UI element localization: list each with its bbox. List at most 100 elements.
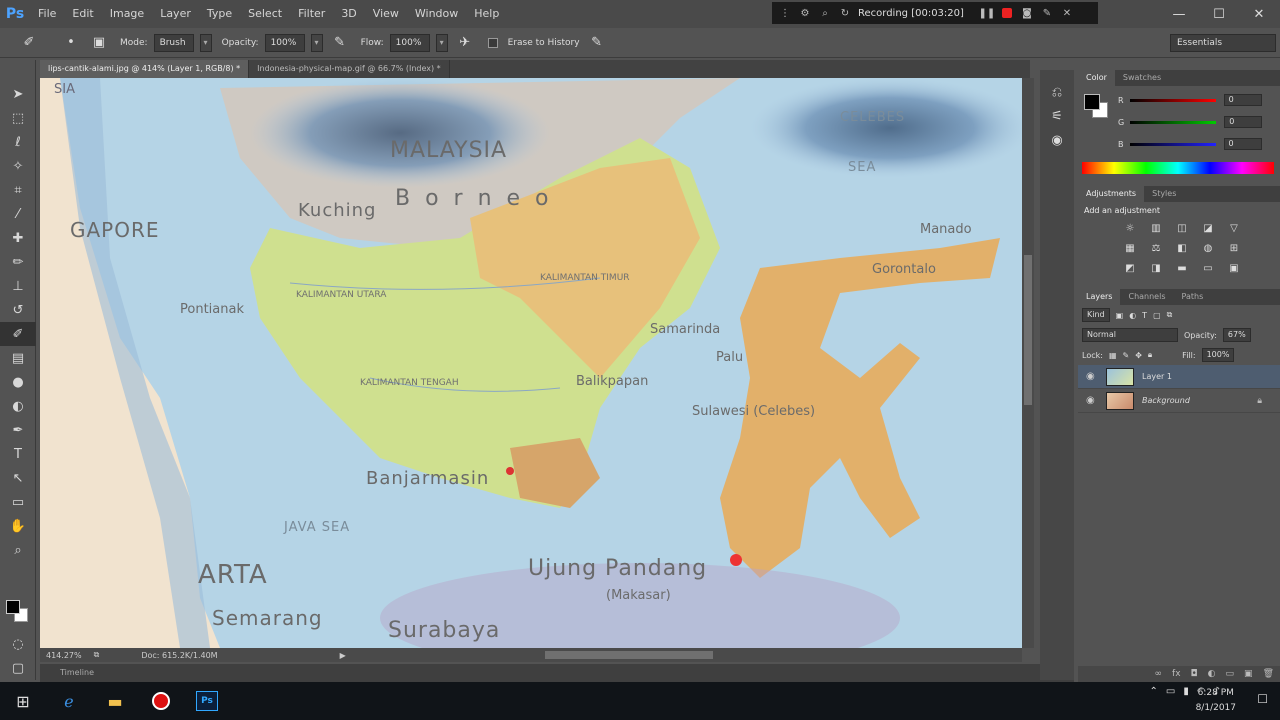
link-layers-icon[interactable]: ∞ (1155, 669, 1163, 679)
horizontal-scroll-thumb[interactable] (545, 651, 713, 659)
close-button[interactable]: ✕ (1240, 0, 1278, 28)
lock-position-icon[interactable]: ✥ (1135, 351, 1142, 360)
red-input[interactable]: 0 (1223, 94, 1262, 106)
vibrance-icon[interactable]: ▽ (1226, 221, 1242, 235)
menu-3d[interactable]: 3D (333, 0, 364, 28)
lock-transparent-icon[interactable]: ▦ (1109, 351, 1117, 360)
refresh-icon[interactable]: ↻ (838, 6, 852, 20)
tab-channels[interactable]: Channels (1120, 289, 1173, 305)
pressure-opacity-icon[interactable]: ✎ (329, 32, 351, 54)
layer-row-background[interactable]: ◉ Background 🔒︎ (1078, 389, 1280, 413)
brush-presets-icon[interactable]: ◉ (1040, 128, 1074, 152)
menu-view[interactable]: View (365, 0, 407, 28)
windows-start-icon[interactable]: ⊞ (0, 682, 46, 720)
posterize-icon[interactable]: ◨ (1148, 261, 1164, 275)
zoom-level[interactable]: 414.27% (40, 651, 88, 660)
color-fg-swatch[interactable] (1084, 94, 1100, 110)
color-spectrum[interactable] (1082, 162, 1274, 174)
exposure-icon[interactable]: ◪ (1200, 221, 1216, 235)
new-layer-icon[interactable]: ▣ (1244, 669, 1253, 679)
recorder-app-icon[interactable] (138, 682, 184, 720)
layer-name[interactable]: Layer 1 (1142, 372, 1172, 381)
blend-mode-select[interactable]: Normal (1082, 328, 1178, 342)
brightness-icon[interactable]: ☼ (1122, 221, 1138, 235)
layer-row-layer-1[interactable]: ◉ Layer 1 (1078, 365, 1280, 389)
black-white-icon[interactable]: ◧ (1174, 241, 1190, 255)
eye-icon[interactable]: ◉ (1086, 395, 1098, 406)
lock-pixels-icon[interactable]: ✎ (1123, 351, 1130, 360)
chevron-down-icon[interactable]: ▾ (199, 33, 212, 52)
brush-tool-icon[interactable]: ✏ (0, 250, 36, 274)
threshold-icon[interactable]: ▬ (1174, 261, 1190, 275)
menu-filter[interactable]: Filter (290, 0, 333, 28)
zoom-icon[interactable]: ⌕ (818, 6, 832, 20)
history-panel-icon[interactable]: ⎌ (1040, 80, 1074, 104)
gradient-tool-icon[interactable]: ▤ (0, 346, 36, 370)
quick-select-tool-icon[interactable]: ✧ (0, 154, 36, 178)
filter-smart-icon[interactable]: ⧉ (1167, 310, 1173, 320)
quick-mask-icon[interactable]: ◌ (0, 632, 36, 656)
mode-select[interactable]: Brush (153, 33, 194, 52)
menu-edit[interactable]: Edit (64, 0, 101, 28)
timeline-panel[interactable]: Timeline (40, 664, 1074, 682)
chevron-down-icon[interactable]: ▾ (435, 33, 448, 52)
red-slider[interactable] (1129, 98, 1216, 102)
selective-color-icon[interactable]: ▣ (1226, 261, 1242, 275)
color-balance-icon[interactable]: ⚖ (1148, 241, 1164, 255)
fill-input[interactable]: 100% (1201, 348, 1235, 362)
tab-map-document[interactable]: Indonesia-physical-map.gif @ 66.7% (Inde… (249, 60, 450, 78)
minimize-button[interactable]: — (1160, 0, 1198, 28)
path-select-tool-icon[interactable]: ↖ (0, 466, 36, 490)
menu-image[interactable]: Image (102, 0, 152, 28)
marquee-tool-icon[interactable]: ⬚ (0, 106, 36, 130)
opacity-input[interactable]: 100% (264, 33, 305, 52)
menu-window[interactable]: Window (407, 0, 466, 28)
vertical-scroll-thumb[interactable] (1024, 255, 1032, 405)
filter-pixel-icon[interactable]: ▣ (1116, 311, 1124, 320)
stamp-tool-icon[interactable]: ⊥ (0, 274, 36, 298)
stop-record-icon[interactable] (1000, 6, 1014, 20)
battery-icon[interactable]: ▮ (1183, 686, 1189, 697)
invert-icon[interactable]: ◩ (1122, 261, 1138, 275)
edge-browser-icon[interactable]: ℯ (46, 682, 92, 720)
pen-icon[interactable]: ✎ (1040, 6, 1054, 20)
airbrush-icon[interactable]: ✈ (454, 32, 476, 54)
shape-tool-icon[interactable]: ▭ (0, 490, 36, 514)
filter-adjust-icon[interactable]: ◐ (1129, 311, 1136, 320)
file-explorer-icon[interactable]: ▬ (92, 682, 138, 720)
menu-layer[interactable]: Layer (152, 0, 199, 28)
pause-icon[interactable]: ❚❚ (979, 6, 996, 20)
tab-lips-document[interactable]: lips-cantik-alami.jpg @ 414% (Layer 1, R… (40, 60, 250, 78)
eyedropper-tool-icon[interactable]: ⁄ (0, 202, 36, 226)
network-icon[interactable]: ▭ (1166, 686, 1175, 697)
eraser-tool-icon[interactable]: ✐ (0, 322, 36, 346)
tab-layers[interactable]: Layers (1078, 289, 1121, 305)
crop-tool-icon[interactable]: ⌗ (0, 178, 36, 202)
lasso-tool-icon[interactable]: ℓ (0, 130, 36, 154)
play-arrow-icon[interactable]: ▶ (334, 651, 352, 660)
layer-name[interactable]: Background (1142, 396, 1190, 405)
system-clock[interactable]: 6:28 PM 8/1/2017 (1196, 686, 1236, 716)
settings-icon[interactable]: ⚙ (798, 6, 812, 20)
menu-select[interactable]: Select (240, 0, 290, 28)
close-recorder-icon[interactable]: ✕ (1060, 6, 1074, 20)
photoshop-app-icon[interactable]: Ps (184, 682, 230, 720)
menu-type[interactable]: Type (199, 0, 240, 28)
export-icon[interactable]: ⧉ (88, 650, 106, 660)
menu-file[interactable]: File (30, 0, 64, 28)
flow-input[interactable]: 100% (389, 33, 430, 52)
tab-adjustments[interactable]: Adjustments (1078, 186, 1145, 202)
type-tool-icon[interactable]: T (0, 442, 36, 466)
hue-sat-icon[interactable]: ▦ (1122, 241, 1138, 255)
green-slider[interactable] (1130, 120, 1217, 124)
fx-icon[interactable]: fx (1172, 669, 1181, 679)
maximize-button[interactable]: ☐ (1200, 0, 1238, 28)
levels-icon[interactable]: ▥ (1148, 221, 1164, 235)
move-tool-icon[interactable]: ➤ (0, 82, 36, 106)
brush-panel-icon[interactable]: ▣ (88, 32, 110, 54)
tray-chevron-icon[interactable]: ⌃ (1150, 686, 1158, 697)
pressure-size-icon[interactable]: ✎ (586, 32, 608, 54)
green-input[interactable]: 0 (1224, 116, 1263, 128)
menu-help[interactable]: Help (466, 0, 507, 28)
eraser-preset-icon[interactable]: ✐ (18, 32, 40, 54)
